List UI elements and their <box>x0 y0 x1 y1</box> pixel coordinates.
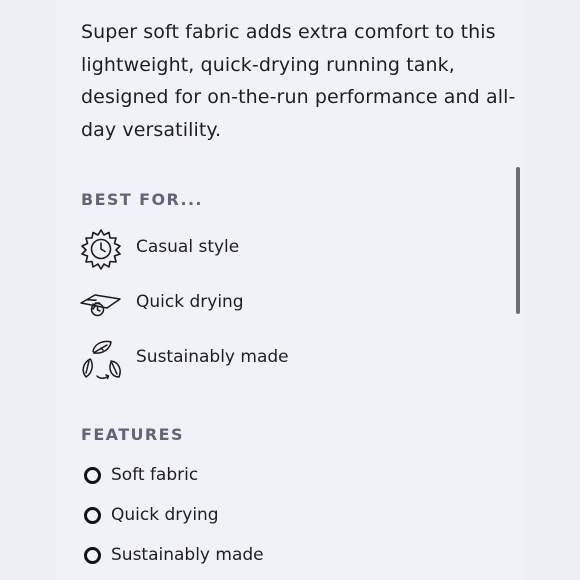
best-for-label: Sustainably made <box>136 347 289 367</box>
best-for-item-casual-style: Casual style <box>79 227 379 271</box>
quick-dry-icon <box>80 294 121 317</box>
feature-label: Soft fabric <box>111 465 199 485</box>
best-for-label: Quick drying <box>136 292 244 312</box>
product-description: Super soft fabric adds extra comfort to … <box>81 21 516 141</box>
product-details-page: Super soft fabric adds extra comfort to … <box>0 0 580 580</box>
best-for-heading: BEST FOR... <box>81 190 203 209</box>
feature-item-soft-fabric: Soft fabric <box>84 465 384 489</box>
feature-item-sustainably-made: Sustainably made <box>84 545 384 569</box>
best-for-item-quick-drying: Quick drying <box>79 282 379 326</box>
circle-bullet-icon <box>84 507 101 524</box>
circle-bullet-icon <box>84 467 101 484</box>
feature-item-quick-drying: Quick drying <box>84 505 384 529</box>
circle-bullet-icon <box>84 547 101 564</box>
sun-clock-icon <box>81 229 121 270</box>
vertical-scrollbar[interactable] <box>516 167 520 314</box>
best-for-label: Casual style <box>136 237 240 257</box>
features-heading: FEATURES <box>81 425 184 444</box>
feature-label: Quick drying <box>111 505 219 525</box>
best-for-item-sustainably-made: Sustainably made <box>79 337 379 381</box>
feature-label: Sustainably made <box>111 545 264 565</box>
recycle-leaves-icon <box>82 340 121 380</box>
